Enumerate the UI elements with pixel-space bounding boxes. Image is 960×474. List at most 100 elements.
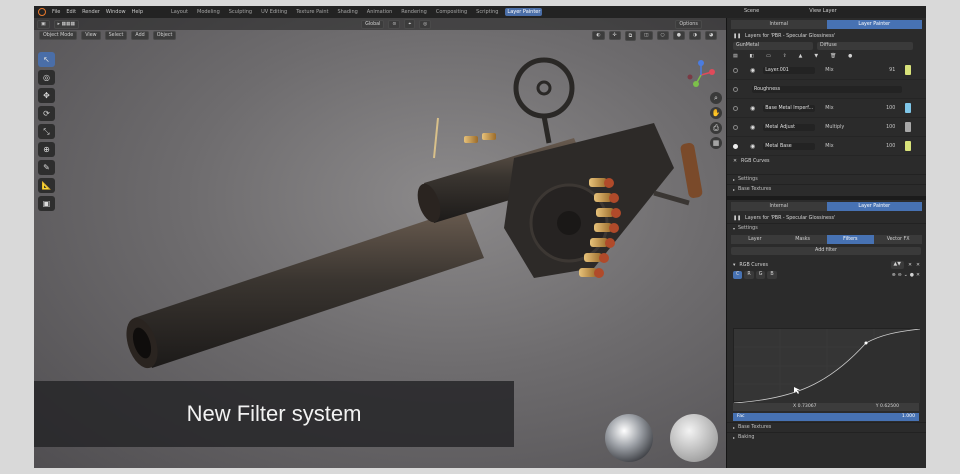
layer-row[interactable]: ◉ Metal Base Mix 100 (727, 137, 926, 156)
menu-help[interactable]: Help (132, 9, 143, 15)
workspace-tab-animation[interactable]: Animation (365, 8, 395, 16)
rotate-tool-icon[interactable]: ⟳ (38, 106, 55, 121)
layer-name[interactable]: Base Metal Imperf... (763, 104, 816, 112)
expand-arrow-icon[interactable]: ▾ (733, 263, 735, 268)
section-base-textures[interactable]: ▸ Base Textures (727, 422, 926, 432)
annotate-tool-icon[interactable]: ✎ (38, 160, 55, 175)
layer-name[interactable]: Metal Base (763, 142, 816, 150)
measure-tool-icon[interactable]: 📐 (38, 178, 55, 193)
subtab-masks[interactable]: Masks (778, 235, 827, 244)
camera-icon[interactable]: ⎙ (710, 122, 722, 134)
cursor-tool-icon[interactable]: ◎ (38, 70, 55, 85)
curve-tools-icon[interactable]: ⌄ (904, 273, 908, 278)
layer-row[interactable]: ◉ Layer.001 Mix 91 (727, 61, 926, 80)
channel-g-button[interactable]: G (755, 271, 766, 279)
layer-blend-mode[interactable]: Mix (825, 68, 865, 73)
transform-tool-icon[interactable]: ⊕ (38, 142, 55, 157)
fac-slider[interactable]: Fac 1.000 (733, 413, 919, 421)
section-base-textures-top[interactable]: ▸ Base Textures (727, 184, 926, 194)
clip-icon[interactable]: ● (910, 273, 914, 278)
workspace-tab-compositing[interactable]: Compositing (434, 8, 469, 16)
delete-layer-icon[interactable]: 🗑 (830, 54, 836, 59)
bake-icon[interactable]: ● (848, 54, 852, 59)
layer-select-radio[interactable] (733, 86, 738, 92)
eye-icon[interactable]: ◉ (750, 124, 755, 131)
zoom-out-icon[interactable]: ⊖ (898, 273, 902, 278)
navigation-gizmo[interactable] (686, 60, 716, 90)
menu-file[interactable]: File (52, 9, 60, 15)
workspace-tab-sculpting[interactable]: Sculpting (227, 8, 254, 16)
channel-b-button[interactable]: B (767, 271, 777, 279)
layer-name[interactable]: Metal Adjust (763, 123, 816, 131)
workspace-tab-scripting[interactable]: Scripting (474, 8, 500, 16)
scene-field[interactable]: Scene (744, 8, 759, 14)
move-up-icon[interactable]: ▲ (799, 54, 803, 59)
add-fill-icon[interactable]: ◧ (750, 54, 755, 59)
eye-icon[interactable]: ◉ (750, 105, 755, 112)
workspace-tab-layout[interactable]: Layout (169, 8, 190, 16)
grid-icon[interactable]: ▦ (710, 137, 722, 149)
add-filter-button[interactable]: Add filter (731, 247, 921, 255)
layer-blend-mode[interactable]: Multiply (825, 125, 865, 130)
layer-row[interactable]: Roughness (727, 80, 926, 99)
subtab-layer[interactable]: Layer (731, 235, 779, 244)
channel-dropdown[interactable]: Diffuse (817, 42, 913, 50)
layer-select-radio[interactable] (733, 124, 738, 130)
curve-graph-svg[interactable] (733, 328, 921, 404)
add-folder-icon[interactable]: ▭ (766, 54, 771, 59)
pause-icon[interactable]: ❚❚ (733, 216, 741, 221)
menu-render[interactable]: Render (82, 9, 100, 15)
tab-layer-painter-bottom[interactable]: Layer Painter (826, 202, 922, 211)
subtab-vector-fx[interactable]: Vector FX (874, 235, 922, 244)
remove-filter-icon[interactable]: ✕ (916, 263, 920, 268)
layer-opacity[interactable]: 100 (865, 106, 895, 111)
import-icon[interactable]: ⇪ (783, 54, 787, 59)
menu-window[interactable]: Window (106, 9, 126, 15)
channel-c-button[interactable]: C (733, 271, 743, 279)
workspace-tab-modeling[interactable]: Modeling (195, 8, 222, 16)
zoom-icon[interactable]: ⌕ (710, 92, 722, 104)
layer-name[interactable]: Layer.001 (763, 66, 816, 74)
eye-icon[interactable]: ◉ (750, 67, 755, 74)
curve-graph[interactable] (733, 328, 921, 404)
layer-select-radio[interactable] (733, 143, 738, 149)
move-down-icon[interactable]: ▼ (814, 54, 818, 59)
layer-opacity[interactable]: 100 (865, 144, 895, 149)
section-settings[interactable]: ▾ Settings (727, 223, 926, 233)
filter-curve-icon[interactable]: ✕ (908, 263, 912, 268)
view-layer-field[interactable]: View Layer (809, 8, 836, 14)
channel-r-button[interactable]: R (744, 271, 754, 279)
tab-internal[interactable]: Internal (731, 20, 827, 29)
select-tool-icon[interactable]: ↖ (38, 52, 55, 67)
layer-blend-mode[interactable]: Mix (825, 106, 865, 111)
scale-tool-icon[interactable]: ⤡ (38, 124, 55, 139)
workspace-tab-uv-editing[interactable]: UV Editing (259, 8, 289, 16)
reset-icon[interactable]: ✕ (916, 273, 920, 278)
layer-select-radio[interactable] (733, 67, 738, 73)
pan-hand-icon[interactable]: ✋ (710, 107, 722, 119)
layer-row[interactable]: ◉ Metal Adjust Multiply 100 (727, 118, 926, 137)
filter-move-buttons[interactable]: ▲▼ (890, 261, 904, 269)
section-settings-top[interactable]: ▸ Settings (727, 174, 926, 184)
layer-opacity[interactable]: 100 (865, 125, 895, 130)
material-dropdown[interactable]: GunMetal (733, 42, 813, 50)
3d-viewport[interactable]: ▣ ▸ ▦▦▦ Global ⊙ ⌖ ◎ Options Object Mode… (34, 18, 726, 468)
blender-logo-icon[interactable] (38, 8, 46, 16)
pause-icon[interactable]: ❚❚ (733, 34, 741, 39)
section-baking[interactable]: ▸ Baking (727, 432, 926, 442)
layer-name[interactable]: Roughness (752, 85, 902, 93)
workspace-tab-texture-paint[interactable]: Texture Paint (294, 8, 330, 16)
layer-row[interactable]: ◉ Base Metal Imperf... Mix 100 (727, 99, 926, 118)
add-cube-tool-icon[interactable]: ▣ (38, 196, 55, 211)
eye-icon[interactable]: ◉ (750, 143, 755, 150)
menu-edit[interactable]: Edit (66, 9, 76, 15)
layer-select-radio[interactable] (733, 105, 738, 111)
layer-blend-mode[interactable]: Mix (825, 144, 865, 149)
workspace-tab-rendering[interactable]: Rendering (399, 8, 429, 16)
tab-layer-painter[interactable]: Layer Painter (826, 20, 922, 29)
layer-opacity[interactable]: 91 (865, 68, 895, 73)
workspace-tab-layer-painter[interactable]: Layer Painter (505, 8, 543, 16)
tab-internal-bottom[interactable]: Internal (731, 202, 827, 211)
move-tool-icon[interactable]: ✥ (38, 88, 55, 103)
workspace-tab-shading[interactable]: Shading (335, 8, 359, 16)
